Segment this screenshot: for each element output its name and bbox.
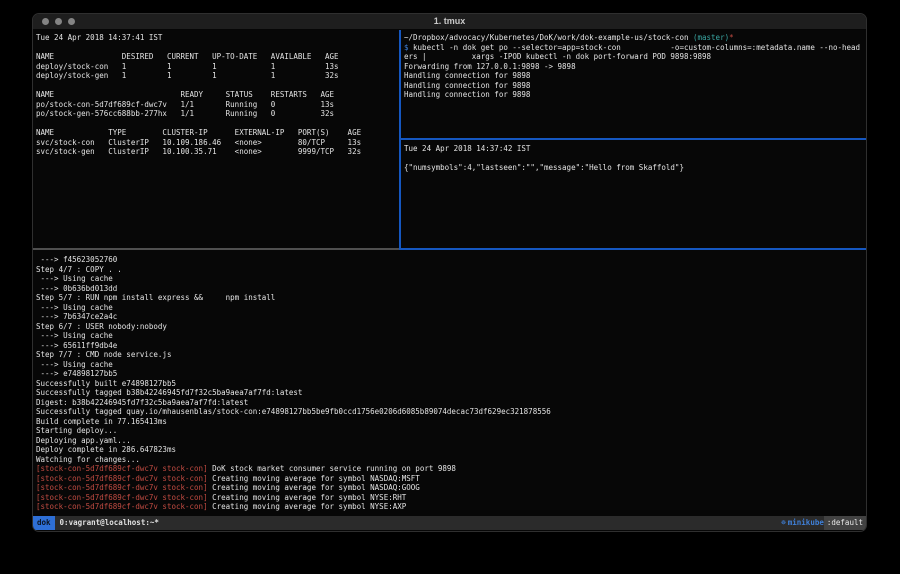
- tmux-session: Tue 24 Apr 2018 14:37:41 IST NAME DESIRE…: [33, 30, 866, 531]
- terminal-line: [36, 43, 398, 53]
- pane-border-vertical: [399, 30, 401, 250]
- kube-namespace-label: :default: [824, 516, 866, 530]
- terminal-text-segment: Creating moving average for symbol NASDA…: [208, 483, 420, 492]
- window-list-item-active[interactable]: 0:vagrant@localhost:~*: [60, 518, 159, 528]
- terminal-line: NAME DESIRED CURRENT UP-TO-DATE AVAILABL…: [36, 52, 398, 62]
- terminal-line: ers | xargs -IPOD kubectl -n dok port-fo…: [404, 52, 866, 62]
- terminal-text-segment: [stock-con-5d7df689cf-dwc7v stock-con]: [36, 464, 208, 473]
- terminal-text-segment: [stock-con-5d7df689cf-dwc7v stock-con]: [36, 493, 208, 502]
- terminal-line: Watching for changes...: [36, 455, 864, 465]
- terminal-line: Successfully built e74898127bb5: [36, 379, 864, 389]
- terminal-text-segment: DoK stock market consumer service runnin…: [208, 464, 456, 473]
- terminal-line: Tue 24 Apr 2018 14:37:42 IST: [404, 144, 866, 154]
- kubernetes-helm-icon: ☸: [781, 518, 786, 528]
- pane-port-forward[interactable]: ~/Dropbox/advocacy/Kubernetes/DoK/work/d…: [404, 33, 866, 137]
- terminal-text-segment: (master): [693, 33, 729, 42]
- terminal-line: Step 6/7 : USER nobody:nobody: [36, 322, 864, 332]
- terminal-line: po/stock-con-5d7df689cf-dwc7v 1/1 Runnin…: [36, 100, 398, 110]
- traffic-lights: [42, 18, 75, 25]
- terminal-text-segment: Creating moving average for symbol NYSE:…: [208, 502, 407, 511]
- terminal-line: Step 7/7 : CMD node service.js: [36, 350, 864, 360]
- terminal-text-segment: *: [729, 33, 734, 42]
- terminal-text-segment: kubectl -n dok get po --selector=app=sto…: [409, 43, 861, 52]
- terminal-line: ~/Dropbox/advocacy/Kubernetes/DoK/work/d…: [404, 33, 866, 43]
- terminal-line: Successfully tagged b38b42246945fd7f32c5…: [36, 388, 864, 398]
- terminal-line: $ kubectl -n dok get po --selector=app=s…: [404, 43, 866, 53]
- status-right: ☸ minikube :default: [781, 516, 866, 530]
- terminal-text-segment: [stock-con-5d7df689cf-dwc7v stock-con]: [36, 474, 208, 483]
- terminal-line: [stock-con-5d7df689cf-dwc7v stock-con] D…: [36, 464, 864, 474]
- terminal-line: Handling connection for 9898: [404, 71, 866, 81]
- terminal-line: deploy/stock-con 1 1 1 1 13s: [36, 62, 398, 72]
- terminal-line: ---> f45623052760: [36, 255, 864, 265]
- window-title: 1. tmux: [33, 14, 866, 29]
- terminal-line: [stock-con-5d7df689cf-dwc7v stock-con] C…: [36, 502, 864, 512]
- terminal-line: {"numsymbols":4,"lastseen":"","message":…: [404, 163, 866, 173]
- terminal-line: svc/stock-con ClusterIP 10.109.186.46 <n…: [36, 138, 398, 148]
- terminal-line: Step 4/7 : COPY . .: [36, 265, 864, 275]
- terminal-line: [36, 119, 398, 129]
- terminal-window: 1. tmux Tue 24 Apr 2018 14:37:41 IST NAM…: [32, 13, 867, 532]
- terminal-line: Step 5/7 : RUN npm install express && np…: [36, 293, 864, 303]
- pane-border-horizontal-right-lower: [399, 248, 866, 250]
- terminal-line: NAME TYPE CLUSTER-IP EXTERNAL-IP PORT(S)…: [36, 128, 398, 138]
- terminal-line: ---> 65611ff9db4e: [36, 341, 864, 351]
- terminal-line: ---> 7b6347ce2a4c: [36, 312, 864, 322]
- terminal-line: [36, 81, 398, 91]
- terminal-line: Starting deploy...: [36, 426, 864, 436]
- tmux-status-bar: dok 0:vagrant@localhost:~* ☸ minikube :d…: [33, 516, 866, 530]
- terminal-text-segment: ~/Dropbox/advocacy/Kubernetes/DoK/work/d…: [404, 33, 693, 42]
- terminal-line: [stock-con-5d7df689cf-dwc7v stock-con] C…: [36, 493, 864, 503]
- terminal-line: svc/stock-gen ClusterIP 10.100.35.71 <no…: [36, 147, 398, 157]
- terminal-text-segment: Creating moving average for symbol NYSE:…: [208, 493, 407, 502]
- terminal-line: Deploying app.yaml...: [36, 436, 864, 446]
- terminal-line: Deploy complete in 286.647823ms: [36, 445, 864, 455]
- terminal-text-segment: Creating moving average for symbol NASDA…: [208, 474, 420, 483]
- pane-border-horizontal-right-upper: [401, 138, 866, 140]
- terminal-line: ---> 0b636bd013dd: [36, 284, 864, 294]
- session-name-badge: dok: [33, 516, 55, 530]
- terminal-line: [stock-con-5d7df689cf-dwc7v stock-con] C…: [36, 483, 864, 493]
- terminal-line: deploy/stock-gen 1 1 1 1 32s: [36, 71, 398, 81]
- terminal-line: [404, 154, 866, 164]
- terminal-line: ---> Using cache: [36, 360, 864, 370]
- terminal-line: [stock-con-5d7df689cf-dwc7v stock-con] C…: [36, 474, 864, 484]
- zoom-button[interactable]: [68, 18, 75, 25]
- terminal-line: Handling connection for 9898: [404, 81, 866, 91]
- window-titlebar[interactable]: 1. tmux: [33, 14, 866, 30]
- terminal-line: Handling connection for 9898: [404, 90, 866, 100]
- pane-kubectl-get-output[interactable]: Tue 24 Apr 2018 14:37:41 IST NAME DESIRE…: [36, 33, 398, 247]
- terminal-line: Build complete in 77.165413ms: [36, 417, 864, 427]
- terminal-line: Digest: b38b42246945fd7f32c5ba9aea7af7fd…: [36, 398, 864, 408]
- terminal-line: Forwarding from 127.0.0.1:9898 -> 9898: [404, 62, 866, 72]
- minimize-button[interactable]: [55, 18, 62, 25]
- pane-skaffold-build-log[interactable]: ---> f45623052760Step 4/7 : COPY . . ---…: [36, 255, 864, 513]
- terminal-line: ---> Using cache: [36, 303, 864, 313]
- terminal-text-segment: [stock-con-5d7df689cf-dwc7v stock-con]: [36, 502, 208, 511]
- terminal-line: ---> e74898127bb5: [36, 369, 864, 379]
- terminal-line: Successfully tagged quay.io/mhausenblas/…: [36, 407, 864, 417]
- terminal-text-segment: [stock-con-5d7df689cf-dwc7v stock-con]: [36, 483, 208, 492]
- pane-border-horizontal-left: [33, 248, 399, 250]
- terminal-line: NAME READY STATUS RESTARTS AGE: [36, 90, 398, 100]
- pane-service-response[interactable]: Tue 24 Apr 2018 14:37:42 IST {"numsymbol…: [404, 144, 866, 246]
- terminal-line: Tue 24 Apr 2018 14:37:41 IST: [36, 33, 398, 43]
- terminal-line: ---> Using cache: [36, 274, 864, 284]
- kube-cluster-label: minikube: [788, 518, 824, 528]
- terminal-line: ---> Using cache: [36, 331, 864, 341]
- close-button[interactable]: [42, 18, 49, 25]
- terminal-line: po/stock-gen-576cc688bb-277hx 1/1 Runnin…: [36, 109, 398, 119]
